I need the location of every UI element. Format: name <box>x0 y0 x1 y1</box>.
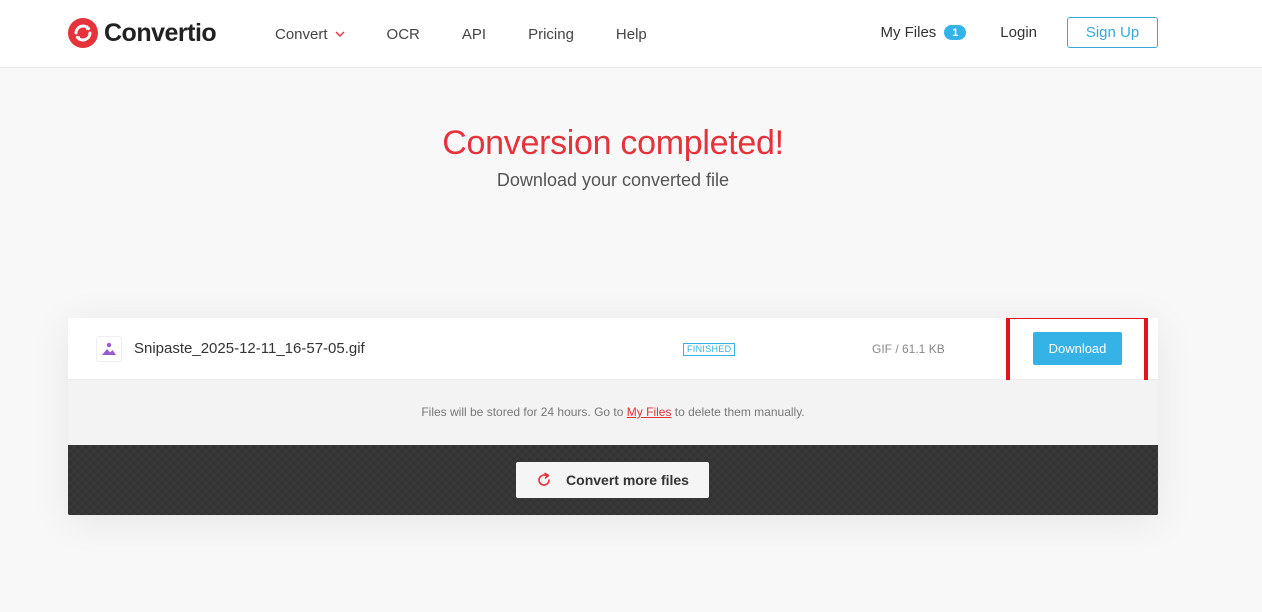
my-files-label: My Files <box>880 24 937 41</box>
convert-more-files-label: Convert more files <box>566 472 689 488</box>
my-files-link[interactable]: My Files 1 <box>880 24 967 41</box>
nav-api[interactable]: API <box>462 26 486 43</box>
refresh-icon <box>538 472 550 486</box>
convert-more-files-button[interactable]: Convert more files <box>516 462 709 498</box>
file-name: Snipaste_2025-12-11_16-57-05.gif <box>134 340 365 357</box>
convertio-logo[interactable]: Convertio <box>68 17 217 49</box>
chevron-down-icon <box>335 31 345 37</box>
top-header: Convertio Convert OCR API Pricing Help M… <box>0 0 1262 68</box>
sign-up-button[interactable]: Sign Up <box>1067 17 1158 48</box>
file-format-size: GIF / 61.1 KB <box>872 342 945 356</box>
nav-convert-label: Convert <box>275 25 328 43</box>
nav-help[interactable]: Help <box>616 26 647 43</box>
storage-note: Files will be stored for 24 hours. Go to… <box>68 380 1158 445</box>
conversion-result-panel: Snipaste_2025-12-11_16-57-05.gif FINISHE… <box>68 318 1158 515</box>
page-title: Conversion completed! <box>442 124 784 162</box>
main-nav: Convert OCR API Pricing Help <box>275 0 689 68</box>
convertio-logo-icon <box>68 18 98 48</box>
image-file-icon <box>96 336 122 362</box>
my-files-count-badge: 1 <box>944 25 967 40</box>
nav-pricing[interactable]: Pricing <box>528 26 574 43</box>
nav-ocr[interactable]: OCR <box>387 26 420 43</box>
convert-more-bar: Convert more files <box>68 445 1158 515</box>
status-badge: FINISHED <box>683 343 736 356</box>
nav-convert[interactable]: Convert <box>275 26 345 43</box>
file-row: Snipaste_2025-12-11_16-57-05.gif FINISHE… <box>68 318 1158 385</box>
download-button[interactable]: Download <box>1033 332 1122 365</box>
storage-note-after: to delete them manually. <box>671 405 805 419</box>
page-subtitle: Download your converted file <box>496 170 730 190</box>
my-files-inline-link[interactable]: My Files <box>627 405 672 419</box>
logo-text: Convertio <box>104 18 217 47</box>
account-nav: My Files 1 Login Sign Up <box>880 17 1158 48</box>
storage-note-before: Files will be stored for 24 hours. Go to <box>421 405 627 419</box>
login-link[interactable]: Login <box>1000 24 1037 41</box>
